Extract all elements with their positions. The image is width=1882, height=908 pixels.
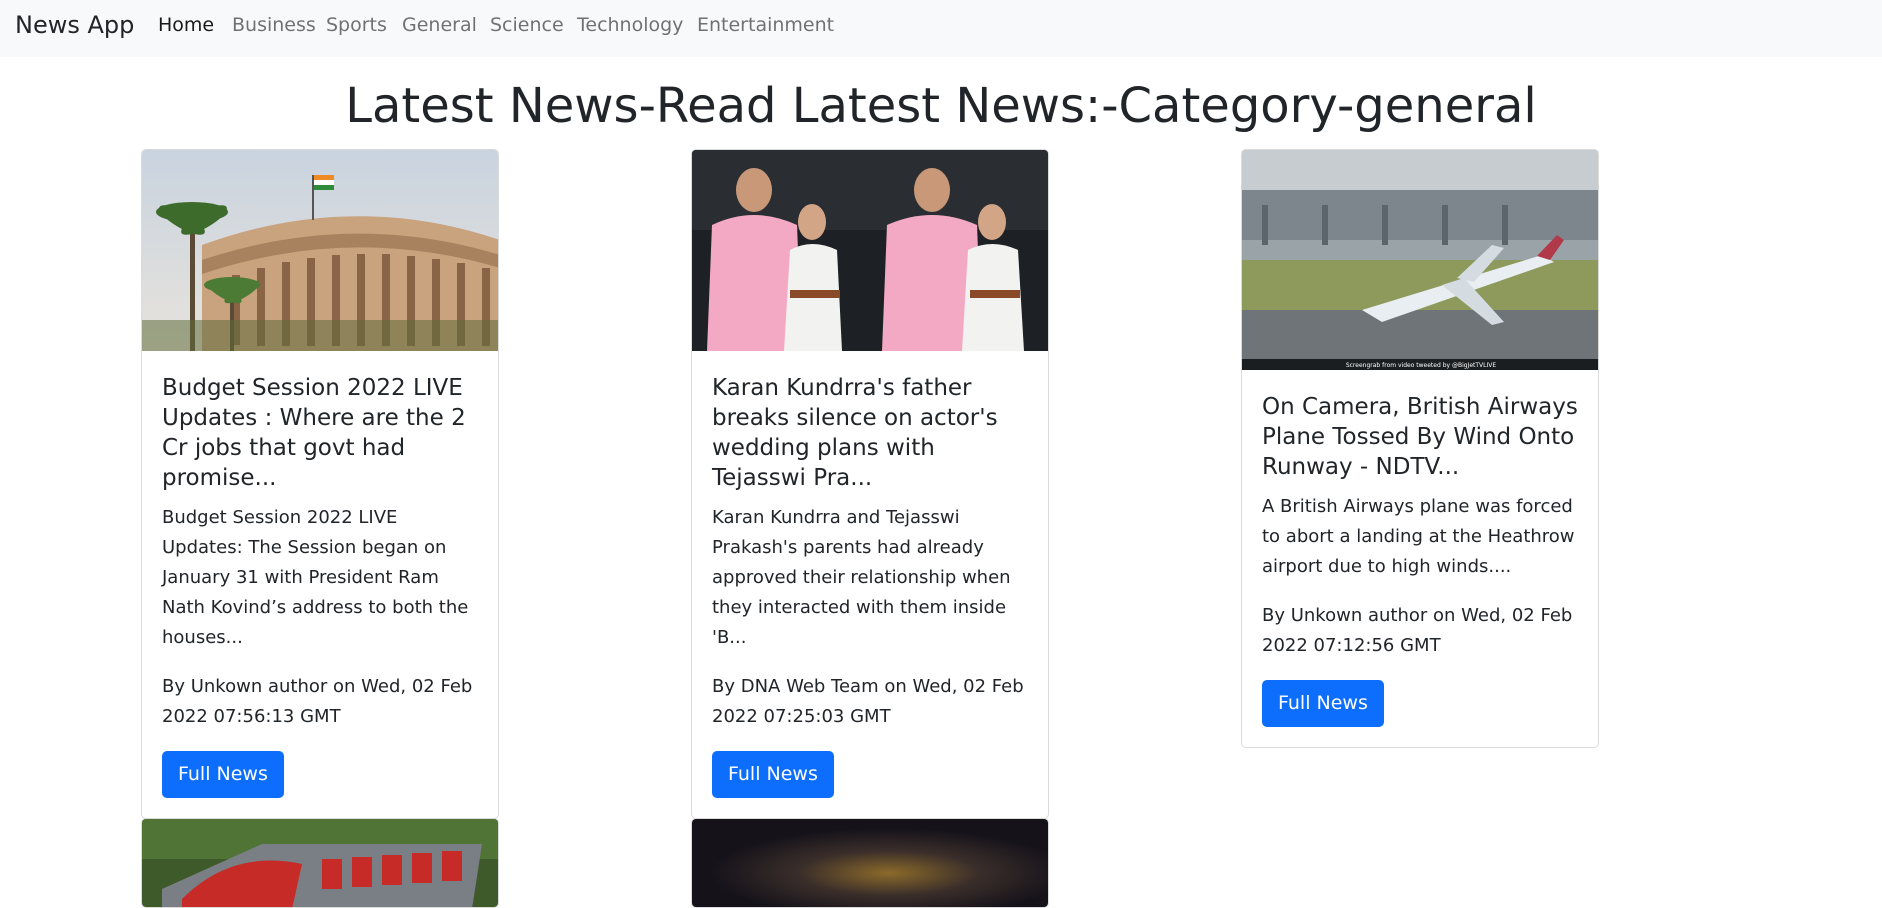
nav-link-sports[interactable]: Sports — [326, 14, 387, 36]
news-card-description: Budget Session 2022 LIVE Updates: The Se… — [162, 507, 469, 648]
news-card-description: Karan Kundrra and Tejasswi Prakash's par… — [712, 507, 1011, 648]
news-card: Budget Session 2022 LIVE Updates : Where… — [141, 149, 499, 819]
image-caption: Screengrab from video tweeted by @BigJet… — [1346, 362, 1497, 369]
news-card-image — [692, 150, 1048, 351]
nav-link-entertainment[interactable]: Entertainment — [697, 14, 834, 36]
news-card-description: A British Airways plane was forced to ab… — [1262, 496, 1575, 577]
news-card-title: Karan Kundrra's father breaks silence on… — [712, 375, 998, 491]
news-card-image: Screengrab from video tweeted by @BigJet… — [1242, 150, 1598, 370]
news-card-title: Budget Session 2022 LIVE Updates : Where… — [162, 375, 466, 491]
news-card: Karan Kundrra's father breaks silence on… — [691, 149, 1049, 819]
airplane-on-runway-photo: Screengrab from video tweeted by @BigJet… — [1242, 150, 1598, 370]
news-card-title: On Camera, British Airways Plane Tossed … — [1262, 394, 1578, 480]
news-card — [141, 818, 499, 908]
nav-link-technology[interactable]: Technology — [577, 14, 683, 36]
full-news-button[interactable]: Full News — [162, 751, 284, 798]
news-card-image — [142, 819, 498, 907]
brand-link[interactable]: News App — [15, 11, 134, 39]
red-logo-sign-photo — [142, 819, 498, 907]
parliament-building-photo — [142, 150, 498, 351]
navbar: News App Home Business Sports General Sc… — [0, 0, 1882, 57]
page-title: Latest News-Read Latest News:-Category-g… — [345, 78, 1537, 134]
nav-link-business[interactable]: Business — [232, 14, 316, 36]
news-card: Screengrab from video tweeted by @BigJet… — [1241, 149, 1599, 748]
couple-in-pink-and-white-photo — [692, 150, 1048, 351]
news-card-image — [142, 150, 498, 351]
full-news-button[interactable]: Full News — [1262, 680, 1384, 727]
nav-link-science[interactable]: Science — [490, 14, 564, 36]
news-card-byline: By Unkown author on Wed, 02 Feb 2022 07:… — [162, 676, 473, 727]
news-card-byline: By DNA Web Team on Wed, 02 Feb 2022 07:2… — [712, 676, 1024, 727]
news-card-byline: By Unkown author on Wed, 02 Feb 2022 07:… — [1262, 605, 1573, 656]
news-card-image — [692, 819, 1048, 907]
news-card — [691, 818, 1049, 908]
nav-link-general[interactable]: General — [402, 14, 477, 36]
full-news-button[interactable]: Full News — [712, 751, 834, 798]
dark-night-photo — [692, 819, 1048, 907]
nav-link-home[interactable]: Home — [158, 14, 214, 36]
